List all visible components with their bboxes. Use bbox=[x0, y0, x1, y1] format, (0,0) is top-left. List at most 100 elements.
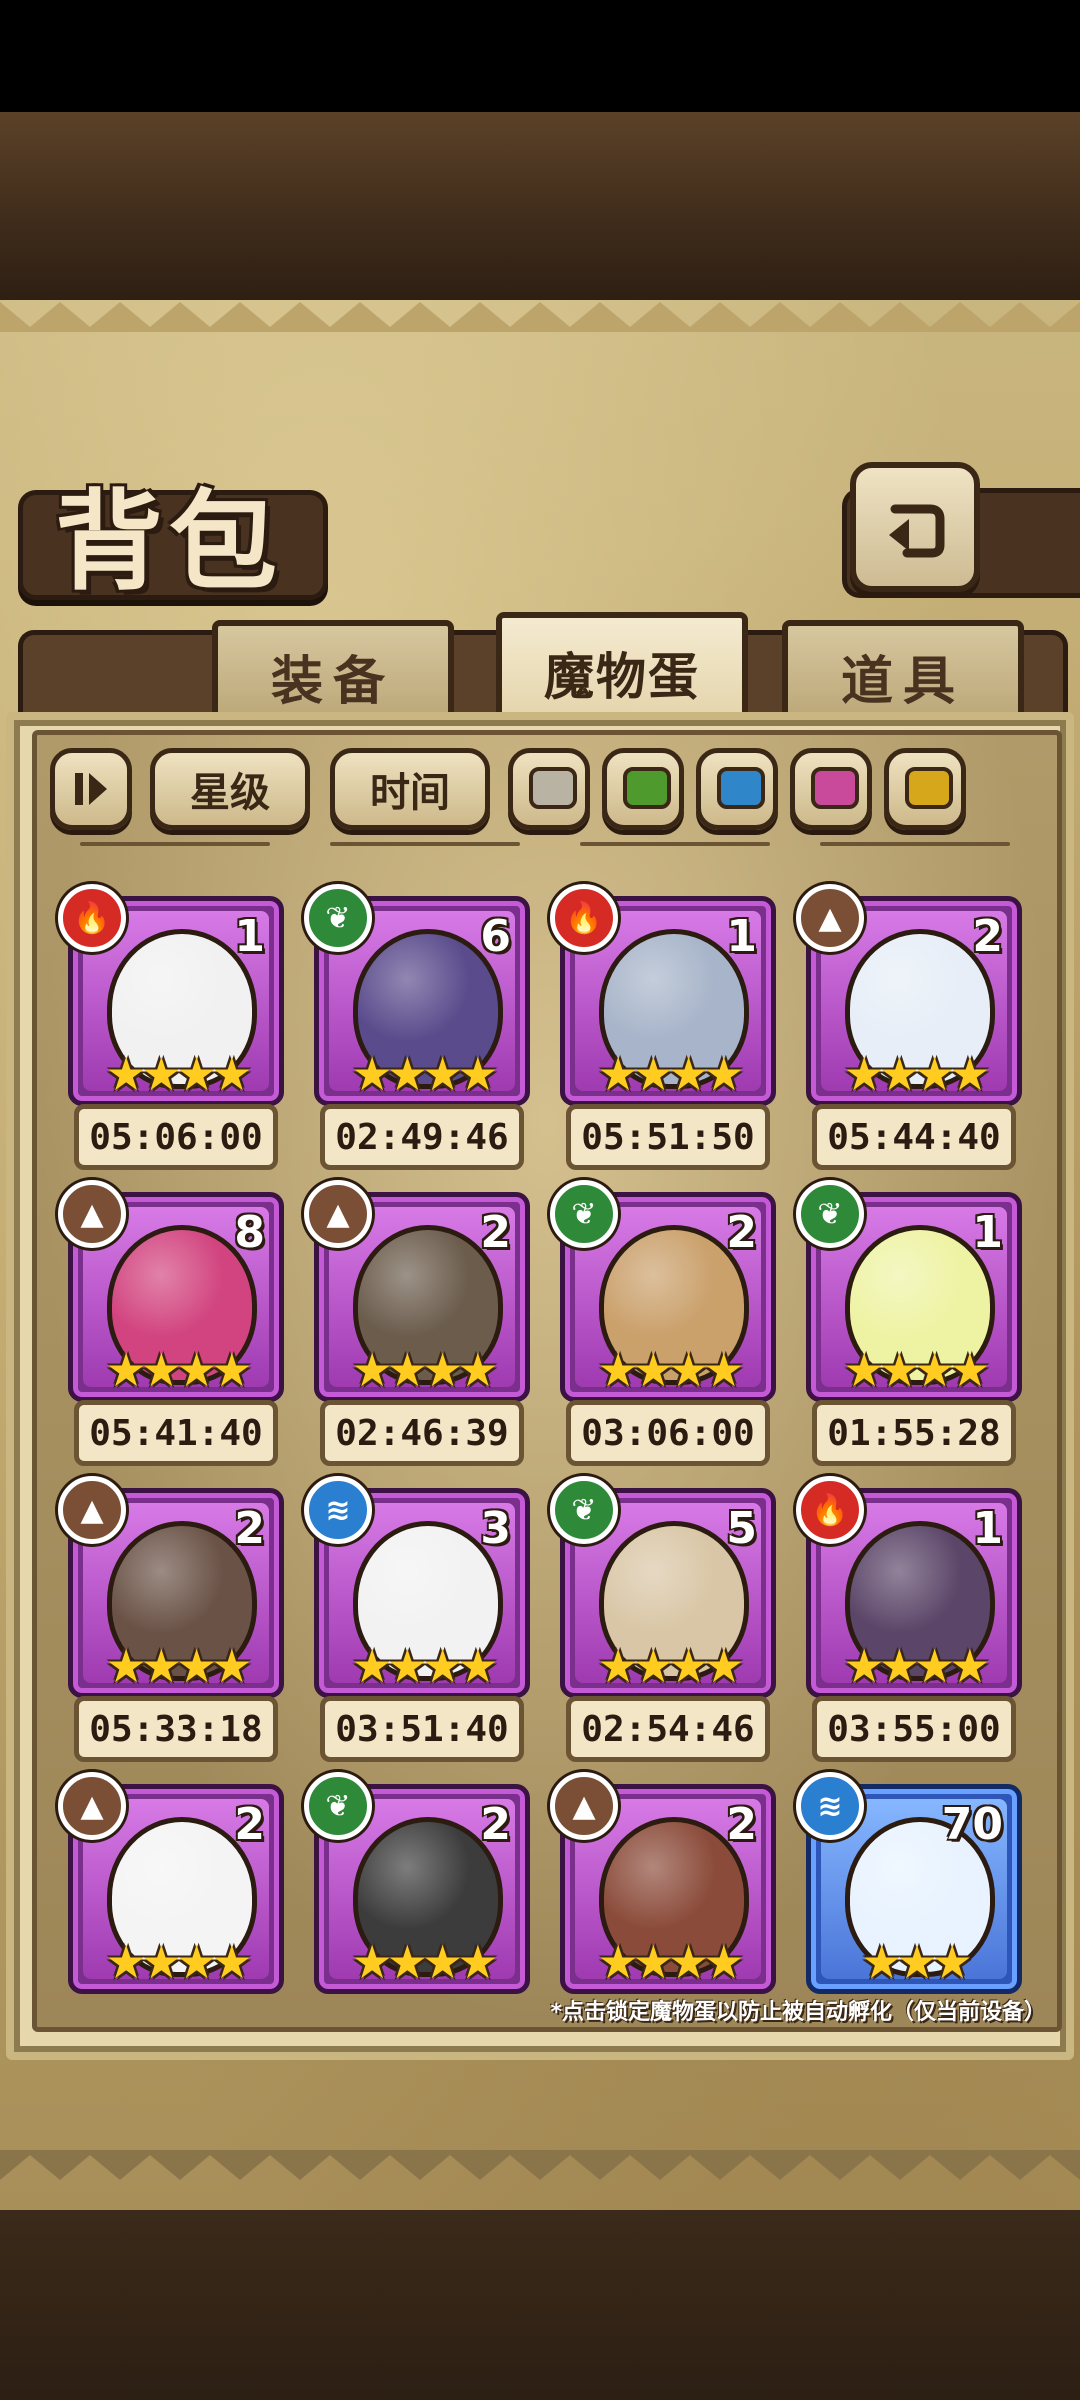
earth-element-icon: ▲ bbox=[304, 1180, 372, 1248]
egg-card[interactable]: 2 ★★★★ ▲ 05:44:40 bbox=[796, 884, 1022, 1170]
star-rating: ★★★★ bbox=[105, 1047, 253, 1101]
filter-blue-button[interactable] bbox=[696, 748, 778, 830]
star-rating: ★★★★ bbox=[597, 1935, 745, 1989]
divider bbox=[330, 842, 520, 846]
star-rating: ★★★★ bbox=[843, 1343, 991, 1397]
egg-count: 2 bbox=[726, 1799, 757, 1850]
fire-element-icon: 🔥 bbox=[796, 1476, 864, 1544]
hatch-timer: 03:55:00 bbox=[812, 1696, 1016, 1762]
egg-count: 2 bbox=[726, 1207, 757, 1258]
sort-by-time-button[interactable]: 时间 bbox=[330, 748, 490, 830]
filter-green-button[interactable] bbox=[602, 748, 684, 830]
leaf-element-icon: ❦ bbox=[304, 1772, 372, 1840]
tab-equipment[interactable]: 装备 bbox=[212, 620, 454, 726]
hatch-timer: 05:06:00 bbox=[74, 1104, 278, 1170]
egg-card[interactable]: 8 ★★★★ ▲ 05:41:40 bbox=[58, 1180, 284, 1466]
star-rating: ★★★★ bbox=[351, 1343, 499, 1397]
egg-card[interactable]: 2 ★★★★ ▲ bbox=[58, 1772, 284, 2058]
purple-swatch bbox=[811, 767, 859, 809]
lock-hint-text: *点击锁定魔物蛋以防止被自动孵化（仅当前设备） bbox=[550, 2000, 1046, 2025]
torn-edge-top bbox=[0, 302, 1080, 332]
sort-by-star-button[interactable]: 星级 bbox=[150, 748, 310, 830]
hatch-timer: 05:41:40 bbox=[74, 1400, 278, 1466]
egg-card[interactable]: 2 ★★★★ ❦ bbox=[304, 1772, 530, 2058]
star-rating: ★★★★ bbox=[351, 1935, 499, 1989]
egg-card[interactable]: 3 ★★★★ ≋ 03:51:40 bbox=[304, 1476, 530, 1762]
star-rating: ★★★★ bbox=[351, 1047, 499, 1101]
leaf-element-icon: ❦ bbox=[550, 1476, 618, 1544]
leaf-element-icon: ❦ bbox=[796, 1180, 864, 1248]
egg-card[interactable]: 1 ★★★★ 🔥 05:51:50 bbox=[550, 884, 776, 1170]
divider bbox=[580, 842, 770, 846]
earth-element-icon: ▲ bbox=[58, 1476, 126, 1544]
divider bbox=[820, 842, 1010, 846]
hatch-timer: 02:49:46 bbox=[320, 1104, 524, 1170]
blue-swatch bbox=[717, 767, 765, 809]
egg-card[interactable]: 5 ★★★★ ❦ 02:54:46 bbox=[550, 1476, 776, 1762]
egg-count: 1 bbox=[234, 911, 265, 962]
back-button[interactable] bbox=[850, 462, 980, 592]
star-rating: ★★★★ bbox=[597, 1343, 745, 1397]
sort-order-toggle-button[interactable] bbox=[50, 748, 132, 830]
gold-swatch bbox=[905, 767, 953, 809]
return-arrow-icon bbox=[889, 504, 945, 558]
sort-order-icon bbox=[75, 773, 107, 805]
green-swatch bbox=[623, 767, 671, 809]
hatch-timer: 05:33:18 bbox=[74, 1696, 278, 1762]
earth-element-icon: ▲ bbox=[550, 1772, 618, 1840]
tab-monster-eggs[interactable]: 魔物蛋 bbox=[496, 612, 748, 728]
star-rating: ★★★★ bbox=[105, 1343, 253, 1397]
tab-items[interactable]: 道具 bbox=[782, 620, 1024, 726]
egg-count: 3 bbox=[480, 1503, 511, 1554]
hatch-timer: 02:46:39 bbox=[320, 1400, 524, 1466]
filter-gray-button[interactable] bbox=[508, 748, 590, 830]
egg-card[interactable]: 1 ★★★★ 🔥 03:55:00 bbox=[796, 1476, 1022, 1762]
gray-swatch bbox=[529, 767, 577, 809]
wood-header-background bbox=[0, 112, 1080, 302]
torn-edge-bottom bbox=[0, 2150, 1080, 2180]
egg-count: 1 bbox=[726, 911, 757, 962]
fire-element-icon: 🔥 bbox=[58, 884, 126, 952]
star-rating: ★★★★ bbox=[105, 1639, 253, 1693]
egg-count: 8 bbox=[234, 1207, 265, 1258]
earth-element-icon: ▲ bbox=[58, 1180, 126, 1248]
earth-element-icon: ▲ bbox=[58, 1772, 126, 1840]
star-rating: ★★★★ bbox=[597, 1047, 745, 1101]
hatch-timer: 02:54:46 bbox=[566, 1696, 770, 1762]
wood-footer-background bbox=[0, 2210, 1080, 2400]
star-rating: ★★★★ bbox=[843, 1047, 991, 1101]
star-rating: ★★★★ bbox=[843, 1639, 991, 1693]
egg-card[interactable]: 6 ★★★★ ❦ 02:49:46 bbox=[304, 884, 530, 1170]
egg-card[interactable]: 2 ★★★★ ▲ 02:46:39 bbox=[304, 1180, 530, 1466]
egg-card[interactable]: 2 ★★★★ ❦ 03:06:00 bbox=[550, 1180, 776, 1466]
egg-card[interactable]: 1 ★★★★ ❦ 01:55:28 bbox=[796, 1180, 1022, 1466]
egg-count: 2 bbox=[972, 911, 1003, 962]
egg-card[interactable]: 2 ★★★★ ▲ 05:33:18 bbox=[58, 1476, 284, 1762]
hatch-timer: 03:06:00 bbox=[566, 1400, 770, 1466]
hatch-timer: 05:51:50 bbox=[566, 1104, 770, 1170]
hatch-timer: 05:44:40 bbox=[812, 1104, 1016, 1170]
egg-count: 5 bbox=[726, 1503, 757, 1554]
egg-count: 1 bbox=[972, 1503, 1003, 1554]
filter-gold-button[interactable] bbox=[884, 748, 966, 830]
divider bbox=[80, 842, 270, 846]
hatch-timer: 03:51:40 bbox=[320, 1696, 524, 1762]
leaf-element-icon: ❦ bbox=[304, 884, 372, 952]
egg-card[interactable]: 1 ★★★★ 🔥 05:06:00 bbox=[58, 884, 284, 1170]
page-title: 背包 bbox=[55, 479, 284, 605]
water-element-icon: ≋ bbox=[304, 1476, 372, 1544]
egg-count: 2 bbox=[480, 1207, 511, 1258]
egg-count: 1 bbox=[972, 1207, 1003, 1258]
star-rating: ★★★★ bbox=[351, 1639, 499, 1693]
earth-element-icon: ▲ bbox=[796, 884, 864, 952]
status-bar-area bbox=[0, 0, 1080, 112]
filter-purple-button[interactable] bbox=[790, 748, 872, 830]
hatch-timer: 01:55:28 bbox=[812, 1400, 1016, 1466]
egg-count: 6 bbox=[480, 911, 511, 962]
star-rating: ★★★ bbox=[861, 1935, 973, 1989]
egg-count: 2 bbox=[480, 1799, 511, 1850]
water-element-icon: ≋ bbox=[796, 1772, 864, 1840]
star-rating: ★★★★ bbox=[105, 1935, 253, 1989]
leaf-element-icon: ❦ bbox=[550, 1180, 618, 1248]
fire-element-icon: 🔥 bbox=[550, 884, 618, 952]
